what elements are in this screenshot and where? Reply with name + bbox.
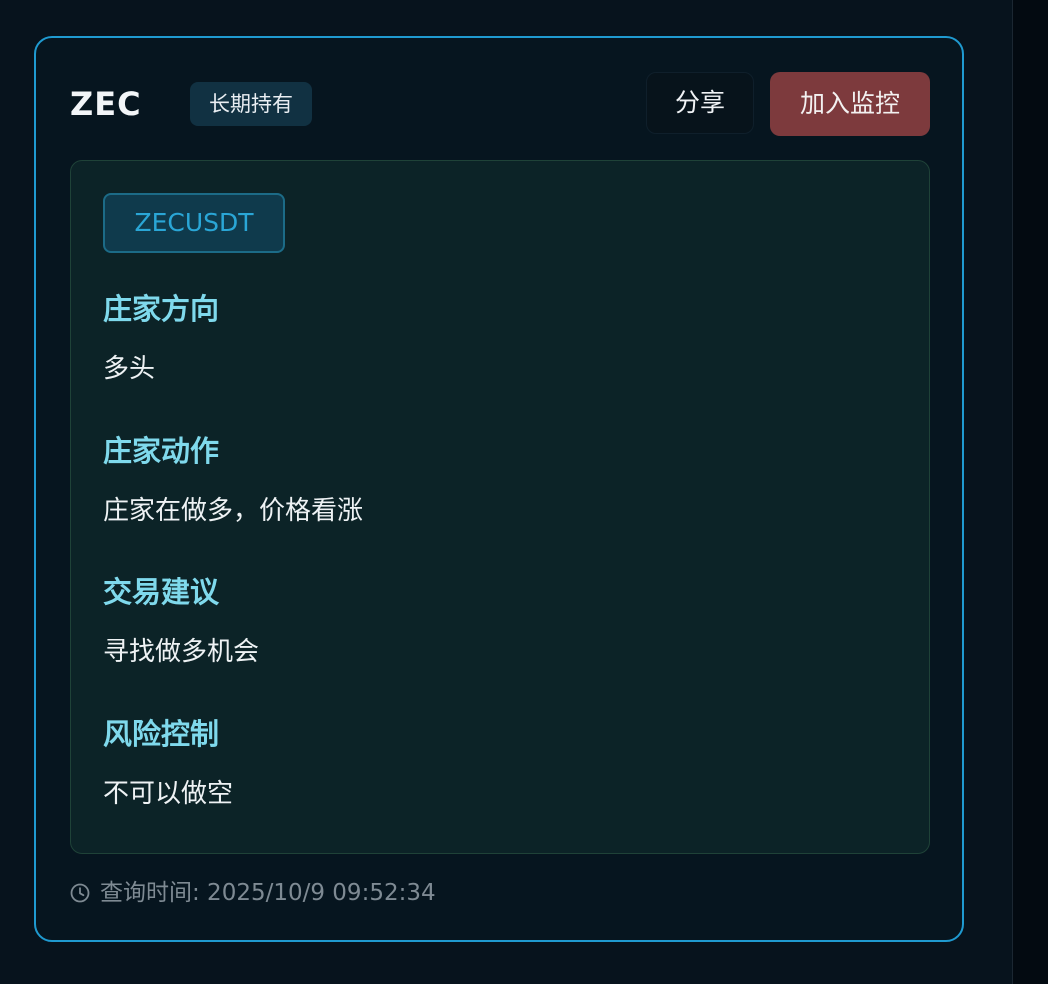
analysis-panel: ZECUSDT 庄家方向 多头 庄家动作 庄家在做多，价格看涨 交易建议 寻找做… (70, 160, 930, 854)
section-action: 庄家动作 庄家在做多，价格看涨 (103, 431, 863, 529)
section-title: 交易建议 (103, 575, 220, 609)
section-risk: 风险控制 不可以做空 (103, 714, 863, 812)
section-title: 庄家动作 (103, 434, 220, 468)
section-value: 寻找做多机会 (103, 637, 260, 667)
section-title: 风险控制 (103, 717, 220, 751)
section-value: 庄家在做多，价格看涨 (103, 496, 364, 526)
add-monitor-button[interactable]: 加入监控 (770, 72, 930, 136)
analysis-card: ZEC 长期持有 分享 加入监控 ZECUSDT 庄家方向 多头 庄家动作 庄家… (34, 36, 964, 942)
card-header: ZEC 长期持有 分享 加入监控 (70, 72, 930, 136)
pair-badge: ZECUSDT (103, 193, 285, 253)
right-scroll-edge (1012, 0, 1048, 984)
section-value: 不可以做空 (103, 779, 234, 809)
query-time-label: 查询时间: 2025/10/9 09:52:34 (100, 880, 436, 906)
clock-icon (70, 883, 90, 903)
query-time: 查询时间: 2025/10/9 09:52:34 (70, 876, 436, 910)
section-direction: 庄家方向 多头 (103, 289, 863, 387)
section-value: 多头 (103, 354, 156, 384)
holding-tag: 长期持有 (190, 82, 312, 126)
coin-symbol: ZEC (70, 85, 142, 123)
share-button[interactable]: 分享 (646, 72, 754, 134)
section-title: 庄家方向 (103, 292, 220, 326)
section-suggestion: 交易建议 寻找做多机会 (103, 572, 863, 670)
